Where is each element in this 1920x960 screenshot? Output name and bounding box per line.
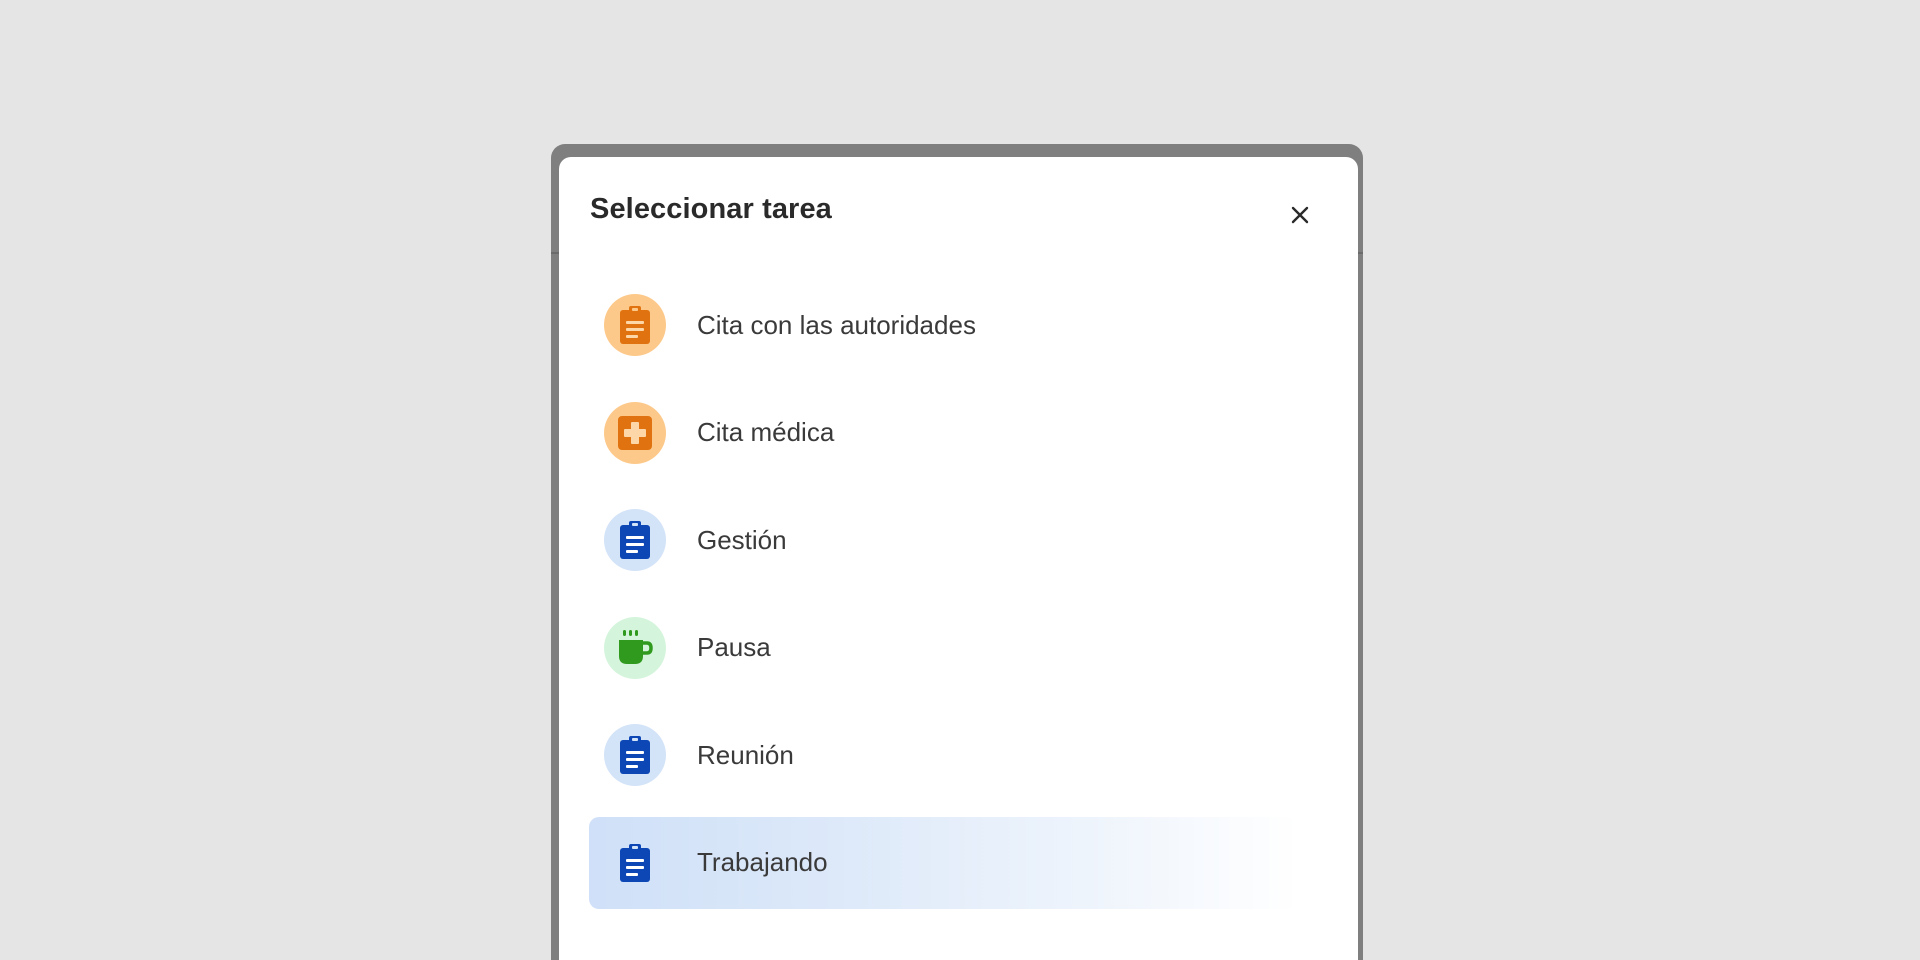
task-list: Cita con las autoridades Cita médica Ges… [589,279,1299,924]
task-icon-badge [604,832,666,894]
task-icon-badge [604,616,666,679]
clipboard-icon [620,736,650,774]
task-icon-badge [604,401,666,464]
task-label: Gestión [697,524,787,555]
close-button[interactable] [1280,195,1320,235]
task-item-pausa[interactable]: Pausa [589,602,1299,694]
medical-cross-icon [618,415,652,450]
task-icon-badge [604,724,666,786]
task-item-gestion[interactable]: Gestión [589,494,1299,586]
task-item-trabajando[interactable]: Trabajando [589,816,1299,909]
select-task-dialog: Seleccionar tarea Cita con las autoridad… [559,157,1358,960]
close-icon [1291,206,1309,224]
clipboard-icon [620,306,650,344]
clipboard-icon [620,843,650,882]
task-item-reunion[interactable]: Reunión [589,709,1299,801]
task-label: Reunión [697,739,794,770]
task-label: Cita con las autoridades [697,309,976,340]
task-label: Pausa [697,632,771,662]
app-backdrop: Seleccionar tarea Cita con las autoridad… [0,0,1920,960]
clipboard-icon [620,521,650,559]
task-item-cita-autoridades[interactable]: Cita con las autoridades [589,279,1299,371]
task-label: Trabajando [697,847,828,877]
coffee-cup-icon [619,629,653,664]
task-label: Cita médica [697,417,835,447]
task-icon-badge [604,294,666,356]
task-icon-badge [604,509,666,571]
dialog-title: Seleccionar tarea [590,193,832,225]
task-item-cita-medica[interactable]: Cita médica [589,387,1299,479]
